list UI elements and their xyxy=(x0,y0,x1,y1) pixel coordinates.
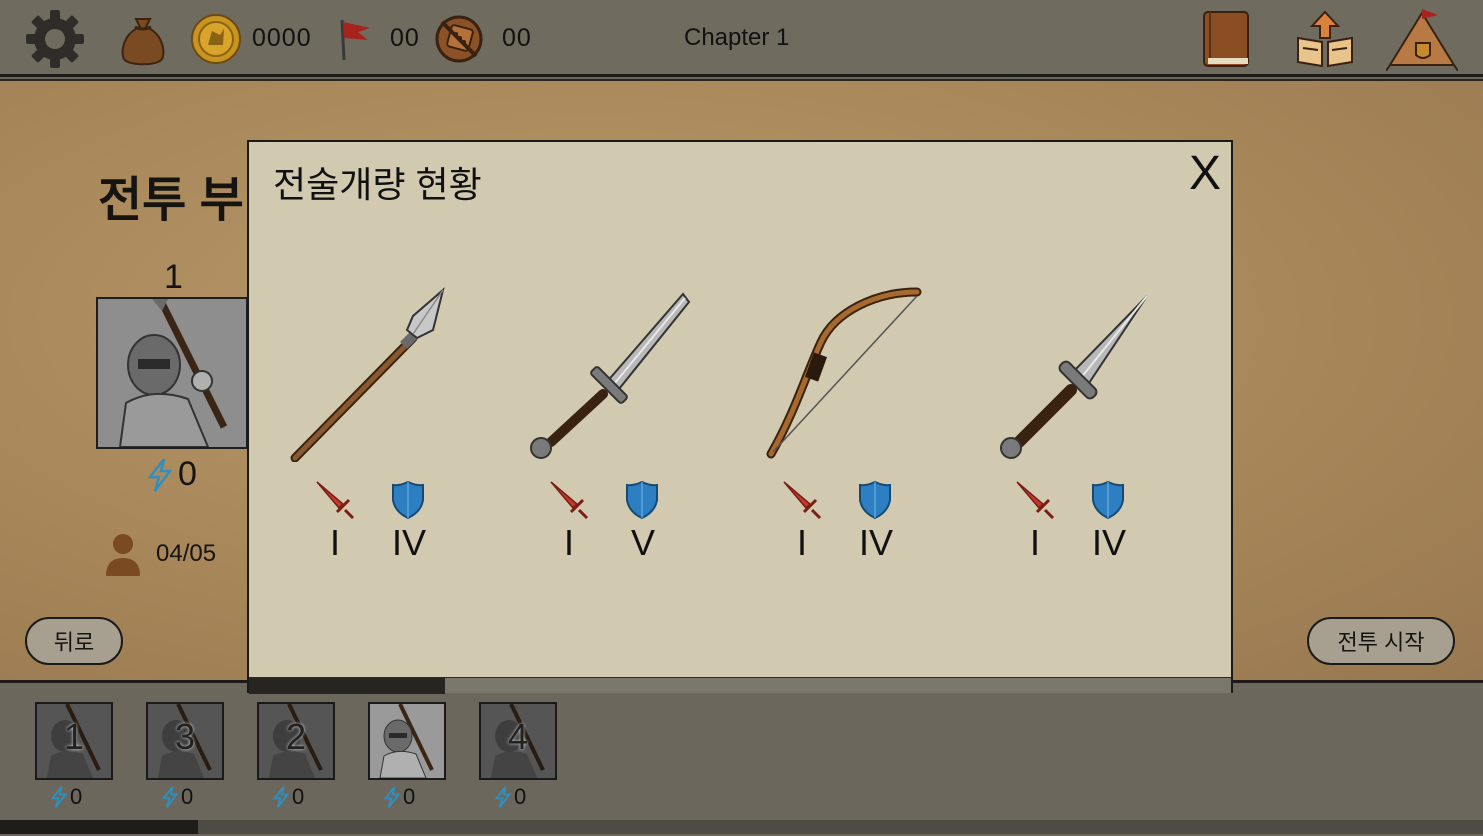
codex-button[interactable] xyxy=(1200,0,1252,77)
unit-count: 04/05 xyxy=(104,532,216,576)
roster-energy-value: 0 xyxy=(403,784,416,809)
lightning-icon xyxy=(383,786,401,808)
close-button[interactable]: X xyxy=(1189,146,1221,201)
flag-icon xyxy=(340,19,370,60)
roster-unit-4[interactable]: 4 xyxy=(479,702,557,780)
shield-defense-icon xyxy=(859,480,891,520)
lightning-icon xyxy=(494,786,512,808)
roster-unit-1[interactable]: 1 xyxy=(35,702,113,780)
gold-value: 0000 xyxy=(252,24,312,52)
defense-level: IV xyxy=(1091,522,1126,563)
sword-attack-icon xyxy=(783,481,822,520)
modal-scrollbar[interactable] xyxy=(249,677,1231,694)
roster-energy: 0 xyxy=(494,784,526,810)
roster-unit-number: 3 xyxy=(174,716,196,757)
selected-unit-portrait[interactable] xyxy=(96,297,248,449)
shield-defense-icon xyxy=(392,480,424,520)
roster-unit-number: 4 xyxy=(507,716,529,757)
money-bag-icon xyxy=(121,17,165,65)
defense-level: V xyxy=(630,522,655,563)
settings-button[interactable] xyxy=(24,0,86,77)
knight-portrait-icon xyxy=(98,299,246,447)
sword-attack-icon xyxy=(550,481,589,520)
roster-scrollbar-thumb[interactable] xyxy=(0,820,198,834)
dice-value: 00 xyxy=(502,24,532,52)
upgrade-book-icon xyxy=(1297,10,1353,67)
defense-level: IV xyxy=(391,522,426,563)
start-battle-button[interactable]: 전투 시작 xyxy=(1307,617,1455,665)
dagger-icon xyxy=(1000,295,1148,459)
roster-unit-2[interactable]: 2 xyxy=(257,702,335,780)
roster-energy: 0 xyxy=(272,784,304,810)
back-button[interactable]: 뒤로 xyxy=(25,617,123,665)
spear-icon xyxy=(290,287,445,463)
sword-attack-icon xyxy=(316,481,355,520)
unit-count-value: 04/05 xyxy=(156,540,217,567)
gear-icon xyxy=(26,9,84,68)
gold-counter: 0000 xyxy=(190,0,312,77)
sword-attack-icon xyxy=(1016,481,1055,520)
bow-icon xyxy=(766,287,922,459)
attack-level: I xyxy=(329,522,340,563)
modal-title: 전술개량 현황 xyxy=(273,164,482,205)
roster-energy-value: 0 xyxy=(181,784,194,809)
dice-counter: 00 xyxy=(434,0,532,77)
attack-level: I xyxy=(563,522,574,563)
lightning-icon xyxy=(147,457,173,492)
lightning-icon xyxy=(50,786,68,808)
roster-scrollbar[interactable] xyxy=(0,820,1483,834)
tactics-upgrade-modal: 전술개량 현황 X I IV I V I IV I IV xyxy=(247,140,1233,694)
roster-energy-value: 0 xyxy=(514,784,527,809)
lightning-icon xyxy=(161,786,179,808)
sword-icon xyxy=(530,292,691,459)
selected-unit-energy: 0 xyxy=(146,455,197,494)
book-icon xyxy=(1203,10,1249,67)
roster-unit-selected[interactable] xyxy=(368,702,446,780)
weapon-sword[interactable] xyxy=(521,282,721,462)
shield-defense-icon xyxy=(626,480,658,520)
roster-energy-value: 0 xyxy=(70,784,83,809)
roster-unit-number: 1 xyxy=(63,716,85,757)
upgrade-button[interactable] xyxy=(1294,0,1356,77)
selected-unit-energy-value: 0 xyxy=(178,455,197,493)
inventory-button[interactable] xyxy=(118,0,168,77)
roster-unit-3[interactable]: 3 xyxy=(146,702,224,780)
knight-thumb-icon xyxy=(370,704,444,778)
attack-level: I xyxy=(796,522,807,563)
flag-counter: 00 xyxy=(336,0,420,77)
modal-scrollbar-thumb[interactable] xyxy=(249,678,445,694)
weapon-bow[interactable] xyxy=(755,282,955,462)
shield-defense-icon xyxy=(1092,480,1124,520)
person-icon xyxy=(106,534,140,576)
weapon-spear[interactable] xyxy=(285,282,485,463)
selected-unit-number: 1 xyxy=(164,258,183,296)
weapon-dagger[interactable] xyxy=(991,282,1191,462)
coin-icon xyxy=(191,13,241,64)
flag-value: 00 xyxy=(390,24,420,52)
roster-unit-number: 2 xyxy=(285,716,307,757)
roster-energy: 0 xyxy=(50,784,82,810)
chapter-title: Chapter 1 xyxy=(684,24,790,51)
attack-level: I xyxy=(1029,522,1040,563)
camp-tent-icon xyxy=(1386,8,1458,71)
roster-energy: 0 xyxy=(383,784,415,810)
defense-level: IV xyxy=(858,522,893,563)
camp-button[interactable] xyxy=(1386,0,1458,77)
dice-icon xyxy=(435,15,483,62)
lightning-icon xyxy=(272,786,290,808)
roster-energy: 0 xyxy=(161,784,193,810)
party-title: 전투 부 xyxy=(98,174,244,227)
roster-energy-value: 0 xyxy=(292,784,305,809)
top-bar: 0000 00 00 Chapter 1 xyxy=(0,0,1483,77)
